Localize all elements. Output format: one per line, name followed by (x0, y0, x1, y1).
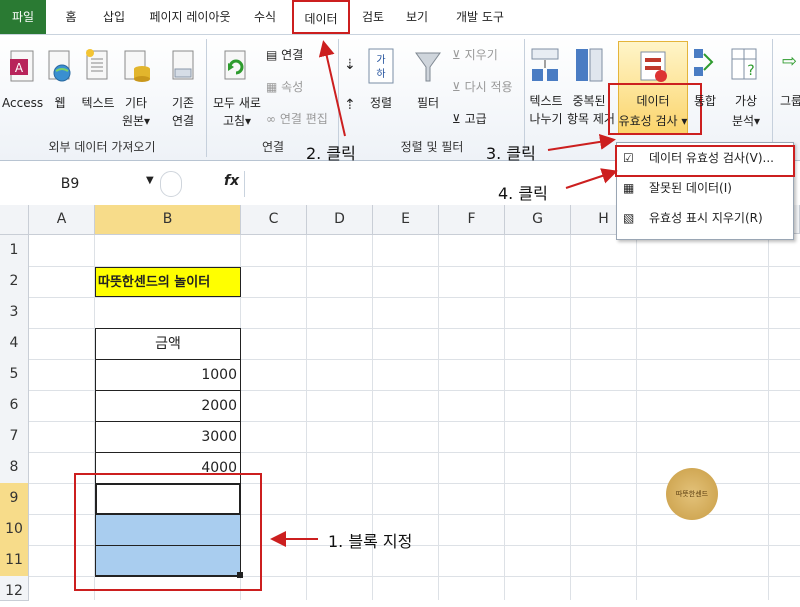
arrow-step-2 (318, 40, 346, 137)
arrow-step-3 (547, 133, 616, 151)
annotation-step-1: 1. 블록 지정 (328, 532, 413, 551)
annotation-step-2: 2. 클릭 (306, 144, 356, 163)
annotation-step-3: 3. 클릭 (486, 144, 536, 163)
annotation-step-4: 4. 클릭 (498, 184, 548, 203)
annotation-arrows (270, 40, 618, 547)
arrow-step-4 (565, 168, 618, 189)
